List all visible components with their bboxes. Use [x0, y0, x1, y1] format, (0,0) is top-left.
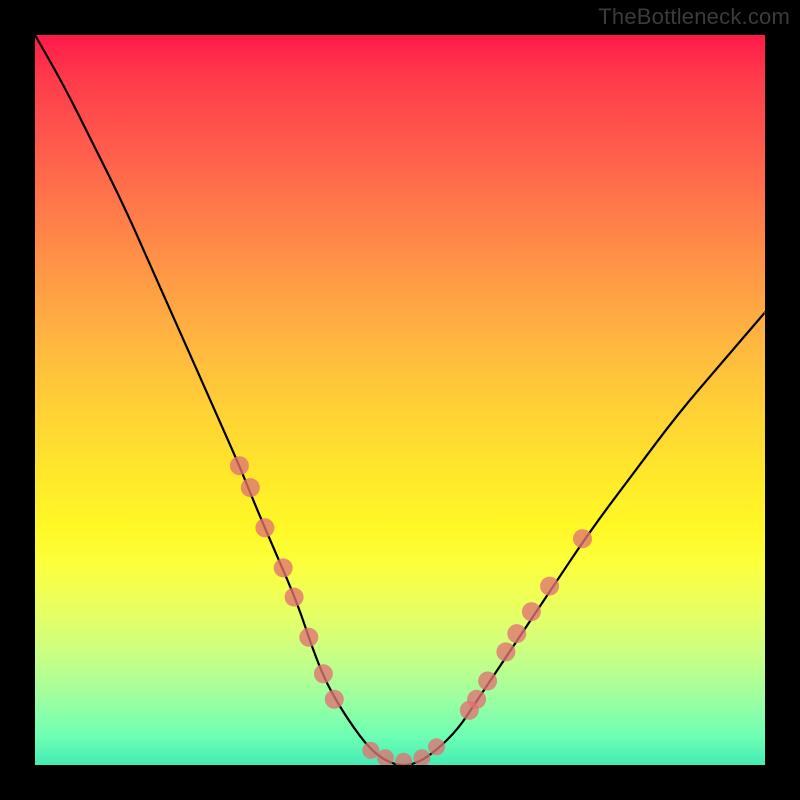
data-marker — [377, 749, 394, 765]
data-marker — [395, 753, 412, 765]
data-marker — [428, 738, 445, 755]
data-marker — [314, 664, 333, 683]
data-marker — [573, 529, 592, 548]
data-marker — [230, 456, 249, 475]
data-marker — [507, 624, 526, 643]
data-marker — [413, 749, 430, 765]
data-marker — [496, 642, 515, 661]
data-marker — [241, 478, 260, 497]
bottleneck-curve — [35, 35, 765, 765]
data-marker — [467, 690, 486, 709]
data-marker — [299, 628, 318, 647]
data-marker — [274, 558, 293, 577]
data-marker — [325, 690, 344, 709]
data-marker — [522, 602, 541, 621]
chart-svg — [35, 35, 765, 765]
data-marker — [362, 742, 379, 759]
plot-area — [35, 35, 765, 765]
data-markers — [230, 456, 592, 765]
data-marker — [540, 577, 559, 596]
watermark-text: TheBottleneck.com — [598, 4, 790, 30]
data-marker — [255, 518, 274, 537]
chart-frame: TheBottleneck.com — [0, 0, 800, 800]
data-marker — [478, 672, 497, 691]
data-marker — [285, 588, 304, 607]
